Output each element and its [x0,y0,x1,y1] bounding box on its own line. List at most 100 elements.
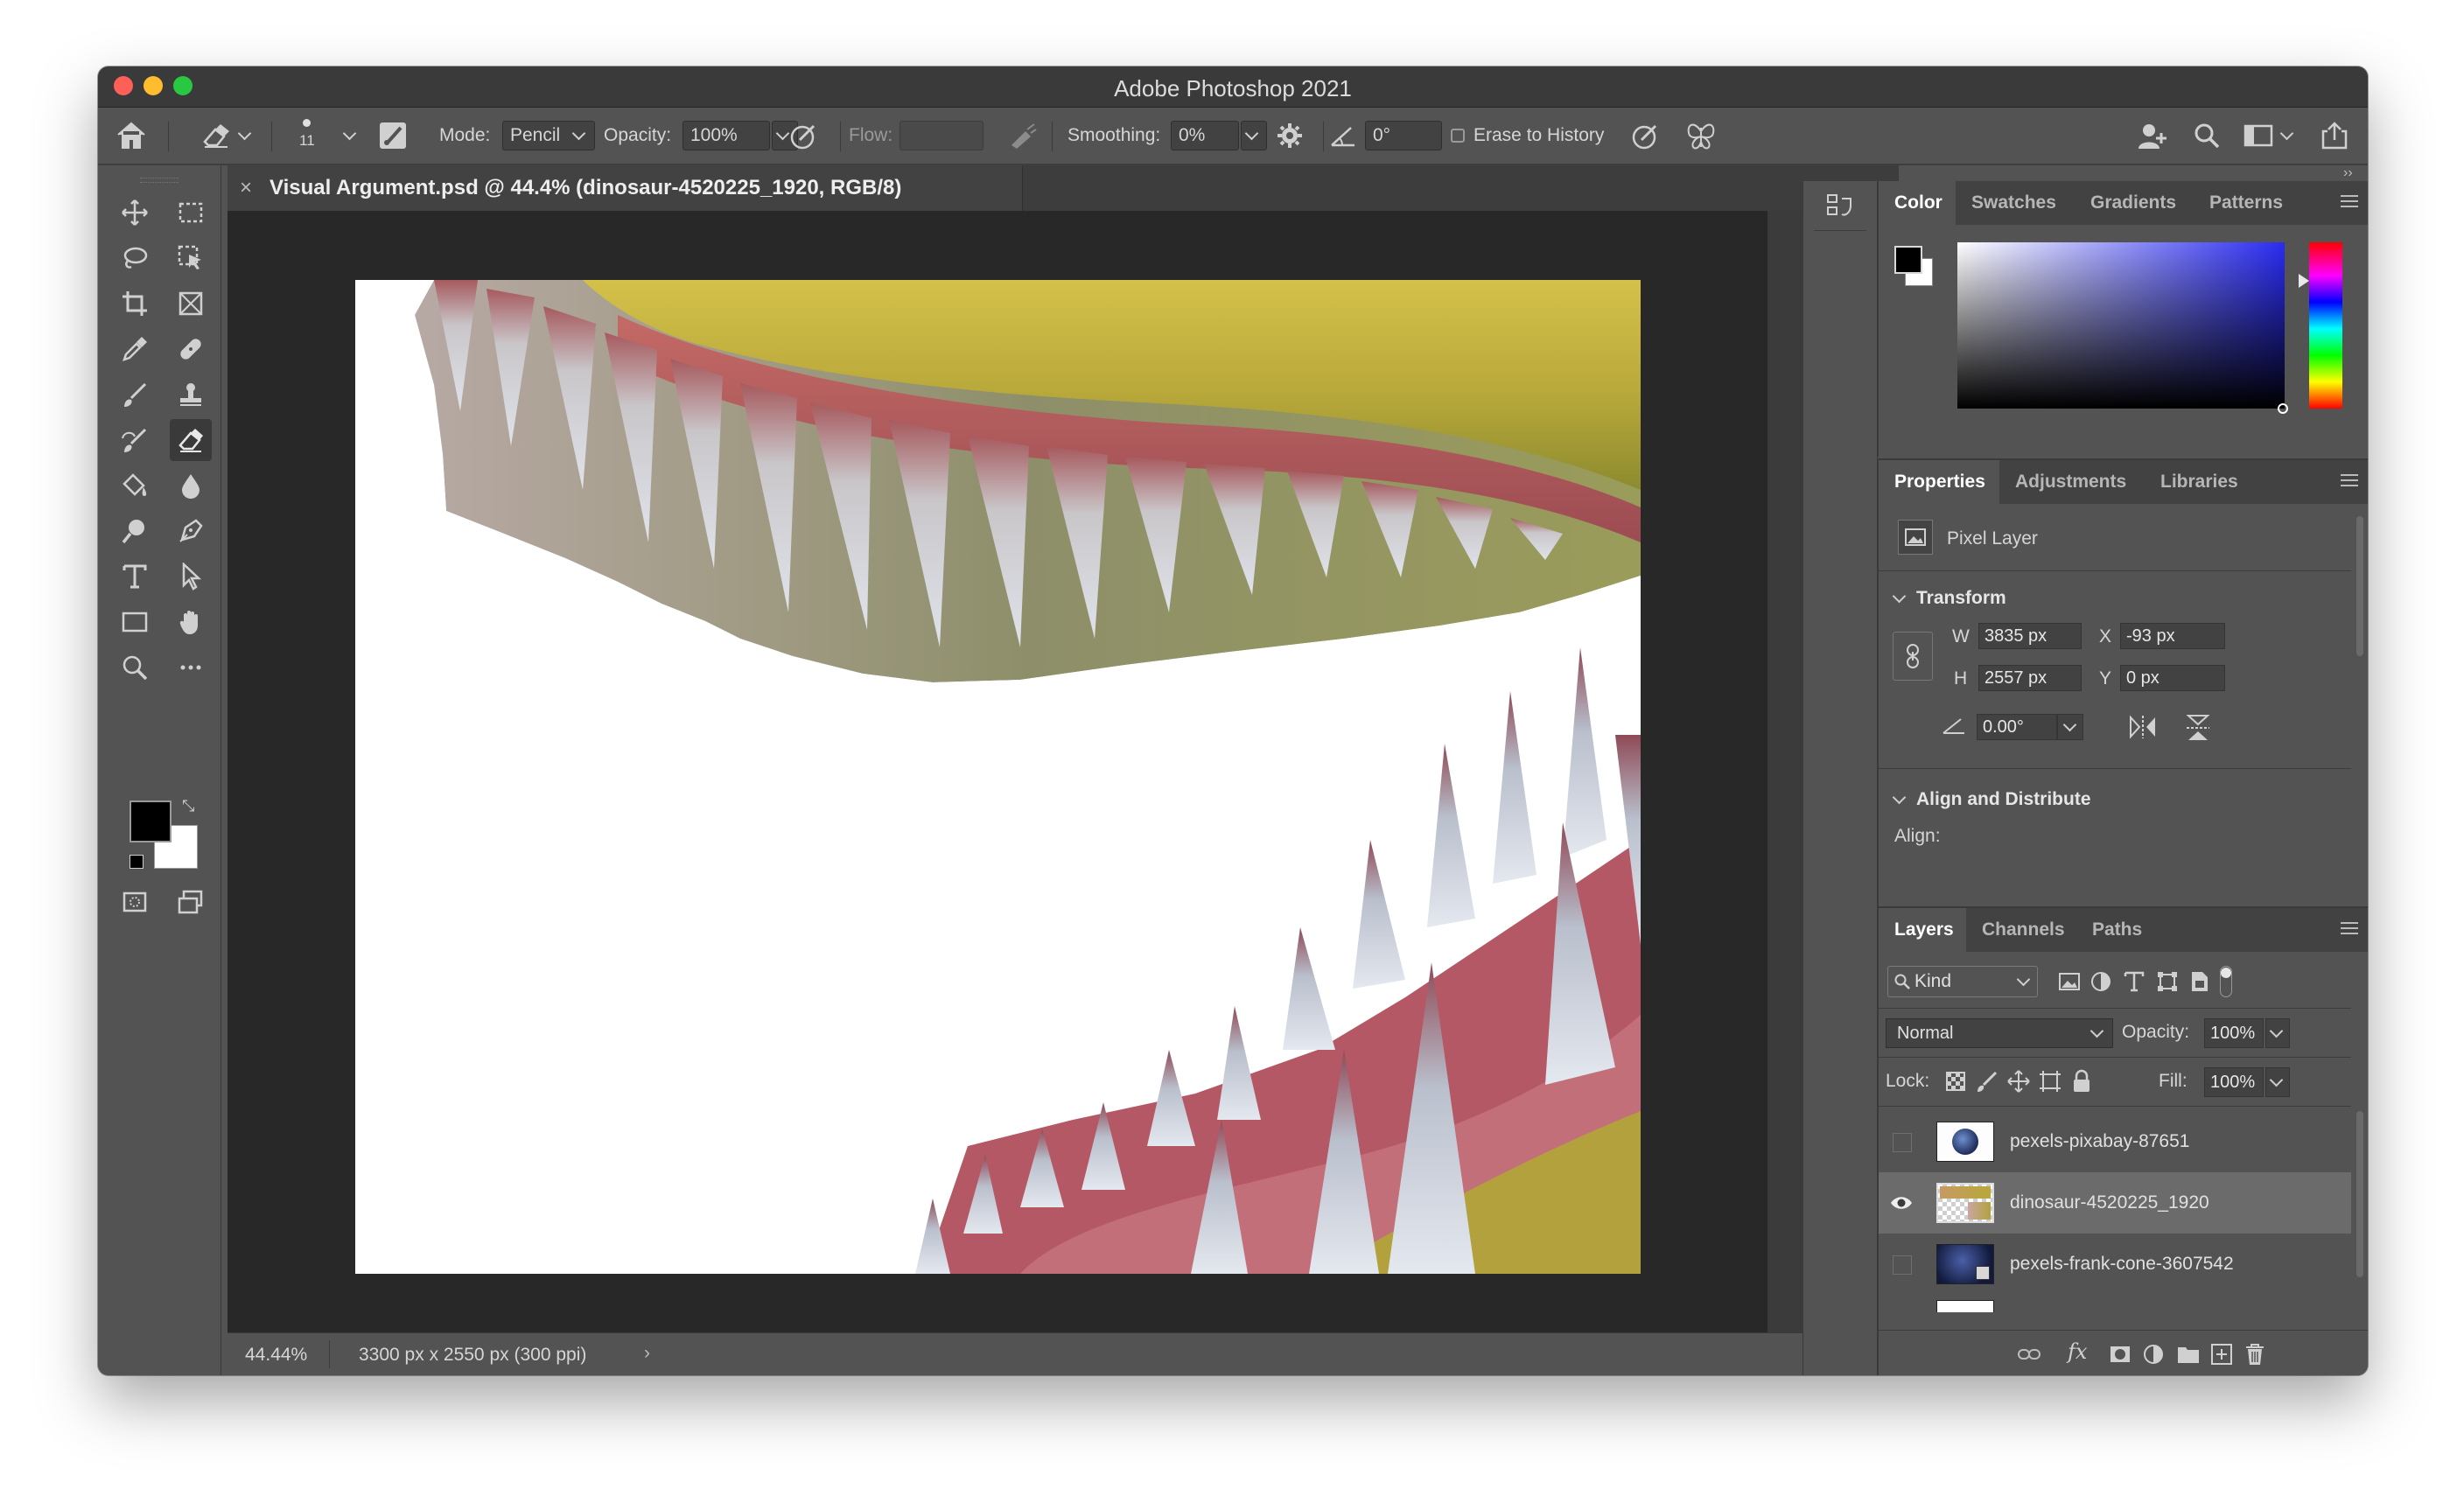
x-field[interactable]: -93 px [2120,623,2225,649]
quick-mask-button[interactable] [114,881,156,923]
edit-toolbar-button[interactable] [170,647,212,689]
angle-field[interactable]: 0.00° [1977,714,2057,740]
layer-row[interactable]: dinosaur-4520225_1920 [1879,1172,2351,1234]
brush-size-picker[interactable]: 11 [299,108,315,164]
tab-channels[interactable]: Channels [1966,908,2081,952]
hue-slider[interactable] [2309,242,2342,409]
default-colors-icon[interactable] [130,855,144,869]
panel-expand-toggle[interactable]: ›› [2343,165,2353,181]
color-field-picker[interactable] [2278,403,2288,414]
erase-to-history-checkbox[interactable]: Erase to History [1451,108,1604,164]
swap-colors-icon[interactable]: ⤡ [182,797,200,814]
tool-preset-picker[interactable] [201,108,252,164]
pasteboard[interactable] [228,211,1768,1332]
properties-panel-menu[interactable] [2341,474,2358,488]
move-tool[interactable] [114,192,156,234]
search-button[interactable] [2193,108,2221,164]
workspace-switcher[interactable] [2244,108,2294,164]
y-field[interactable]: 0 px [2120,665,2225,691]
tab-swatches[interactable]: Swatches [1956,181,2072,225]
object-selection-tool[interactable] [170,237,212,279]
tab-gradients[interactable]: Gradients [2075,181,2192,225]
paint-bucket-tool[interactable] [114,465,156,507]
eraser-tool[interactable] [170,419,212,461]
lock-position-icon[interactable] [2006,1069,2031,1094]
filter-toggle[interactable] [2220,966,2232,997]
screen-mode-button[interactable] [170,881,212,923]
smoothing-options-button[interactable] [1276,108,1304,164]
pen-tool[interactable] [170,510,212,552]
layers-scrollbar[interactable] [2356,1111,2363,1277]
width-field[interactable]: 3835 px [1978,623,2082,649]
history-panel-button[interactable] [1823,188,1858,223]
home-button[interactable] [116,108,147,164]
filter-pixel-icon[interactable] [2057,969,2082,994]
clone-stamp-tool[interactable] [170,374,212,416]
tab-layers[interactable]: Layers [1879,908,1966,952]
layer-visibility-toggle[interactable] [1893,1255,1912,1275]
hand-tool[interactable] [170,601,212,643]
fill-field[interactable]: 100% [2204,1067,2264,1097]
brush-angle-field[interactable]: 0° [1365,108,1442,164]
layer-row[interactable]: pexels-pixabay-87651 [1879,1111,2351,1172]
blur-tool[interactable] [170,465,212,507]
tab-libraries[interactable]: Libraries [2145,460,2254,504]
symmetry-button[interactable] [1685,108,1717,164]
path-selection-tool[interactable] [170,556,212,598]
panel-fg-color-swatch[interactable] [1894,246,1922,274]
mode-dropdown[interactable]: Pencil [502,108,595,164]
zoom-level[interactable]: 44.44% [245,1345,307,1366]
new-layer-icon[interactable] [2209,1342,2234,1367]
tab-color[interactable]: Color [1879,181,1956,225]
filter-type-icon[interactable] [2122,969,2146,994]
flow-field[interactable] [900,108,984,164]
layer-opacity-dropdown[interactable] [2265,1018,2290,1048]
foreground-color-swatch[interactable] [130,800,172,842]
lock-transparent-icon[interactable] [1943,1069,1968,1094]
share-user-button[interactable] [2137,108,2168,164]
link-dimensions-button[interactable] [1893,632,1933,681]
flip-horizontal-button[interactable] [2127,714,2159,745]
tab-adjustments[interactable]: Adjustments [1999,460,2142,504]
blend-mode-dropdown[interactable]: Normal [1886,1018,2113,1048]
color-panel-menu[interactable] [2341,195,2358,209]
tab-properties[interactable]: Properties [1879,460,1999,504]
crop-tool[interactable] [114,283,156,325]
link-layers-icon[interactable] [2017,1342,2041,1367]
layer-row[interactable]: pexels-frank-cone-3607542 [1879,1234,2351,1295]
frame-tool[interactable] [170,283,212,325]
opacity-field[interactable]: 100% [682,108,798,164]
properties-scrollbar[interactable] [2356,516,2363,656]
layer-opacity-field[interactable]: 100% [2204,1018,2264,1048]
smoothing-field[interactable]: 0% [1171,108,1267,164]
layer-filter-dropdown[interactable]: Kind [1887,966,2038,997]
type-tool[interactable] [114,556,156,598]
angle-dropdown[interactable] [2057,714,2083,740]
brush-settings-toggle[interactable] [378,108,408,164]
dodge-tool[interactable] [114,510,156,552]
new-group-icon[interactable] [2176,1342,2201,1367]
status-info-menu[interactable]: › [644,1343,650,1364]
pressure-opacity-button[interactable] [789,108,819,164]
lock-pixels-icon[interactable] [1975,1069,1999,1094]
airbrush-button[interactable] [1008,108,1038,164]
brush-tool[interactable] [114,374,156,416]
color-field[interactable] [1957,242,2285,409]
hue-slider-arrow[interactable] [2299,274,2309,288]
fill-dropdown[interactable] [2265,1067,2290,1097]
healing-brush-tool[interactable] [170,328,212,370]
tab-paths[interactable]: Paths [2076,908,2158,952]
canvas-scrollbar[interactable] [1768,211,1802,1332]
add-mask-icon[interactable] [2108,1342,2132,1367]
lasso-tool[interactable] [114,237,156,279]
share-button[interactable] [2320,108,2348,164]
lock-all-icon[interactable] [2069,1069,2094,1094]
adjustment-layer-icon[interactable] [2141,1342,2166,1367]
delete-layer-icon[interactable] [2243,1342,2267,1367]
rectangle-tool[interactable] [114,601,156,643]
align-distribute-section-header[interactable]: Align and Distribute [1892,789,2091,810]
eyedropper-tool[interactable] [114,328,156,370]
flip-vertical-button[interactable] [2185,712,2211,748]
layers-panel-menu[interactable] [2341,922,2358,936]
transform-section-header[interactable]: Transform [1892,588,2006,609]
